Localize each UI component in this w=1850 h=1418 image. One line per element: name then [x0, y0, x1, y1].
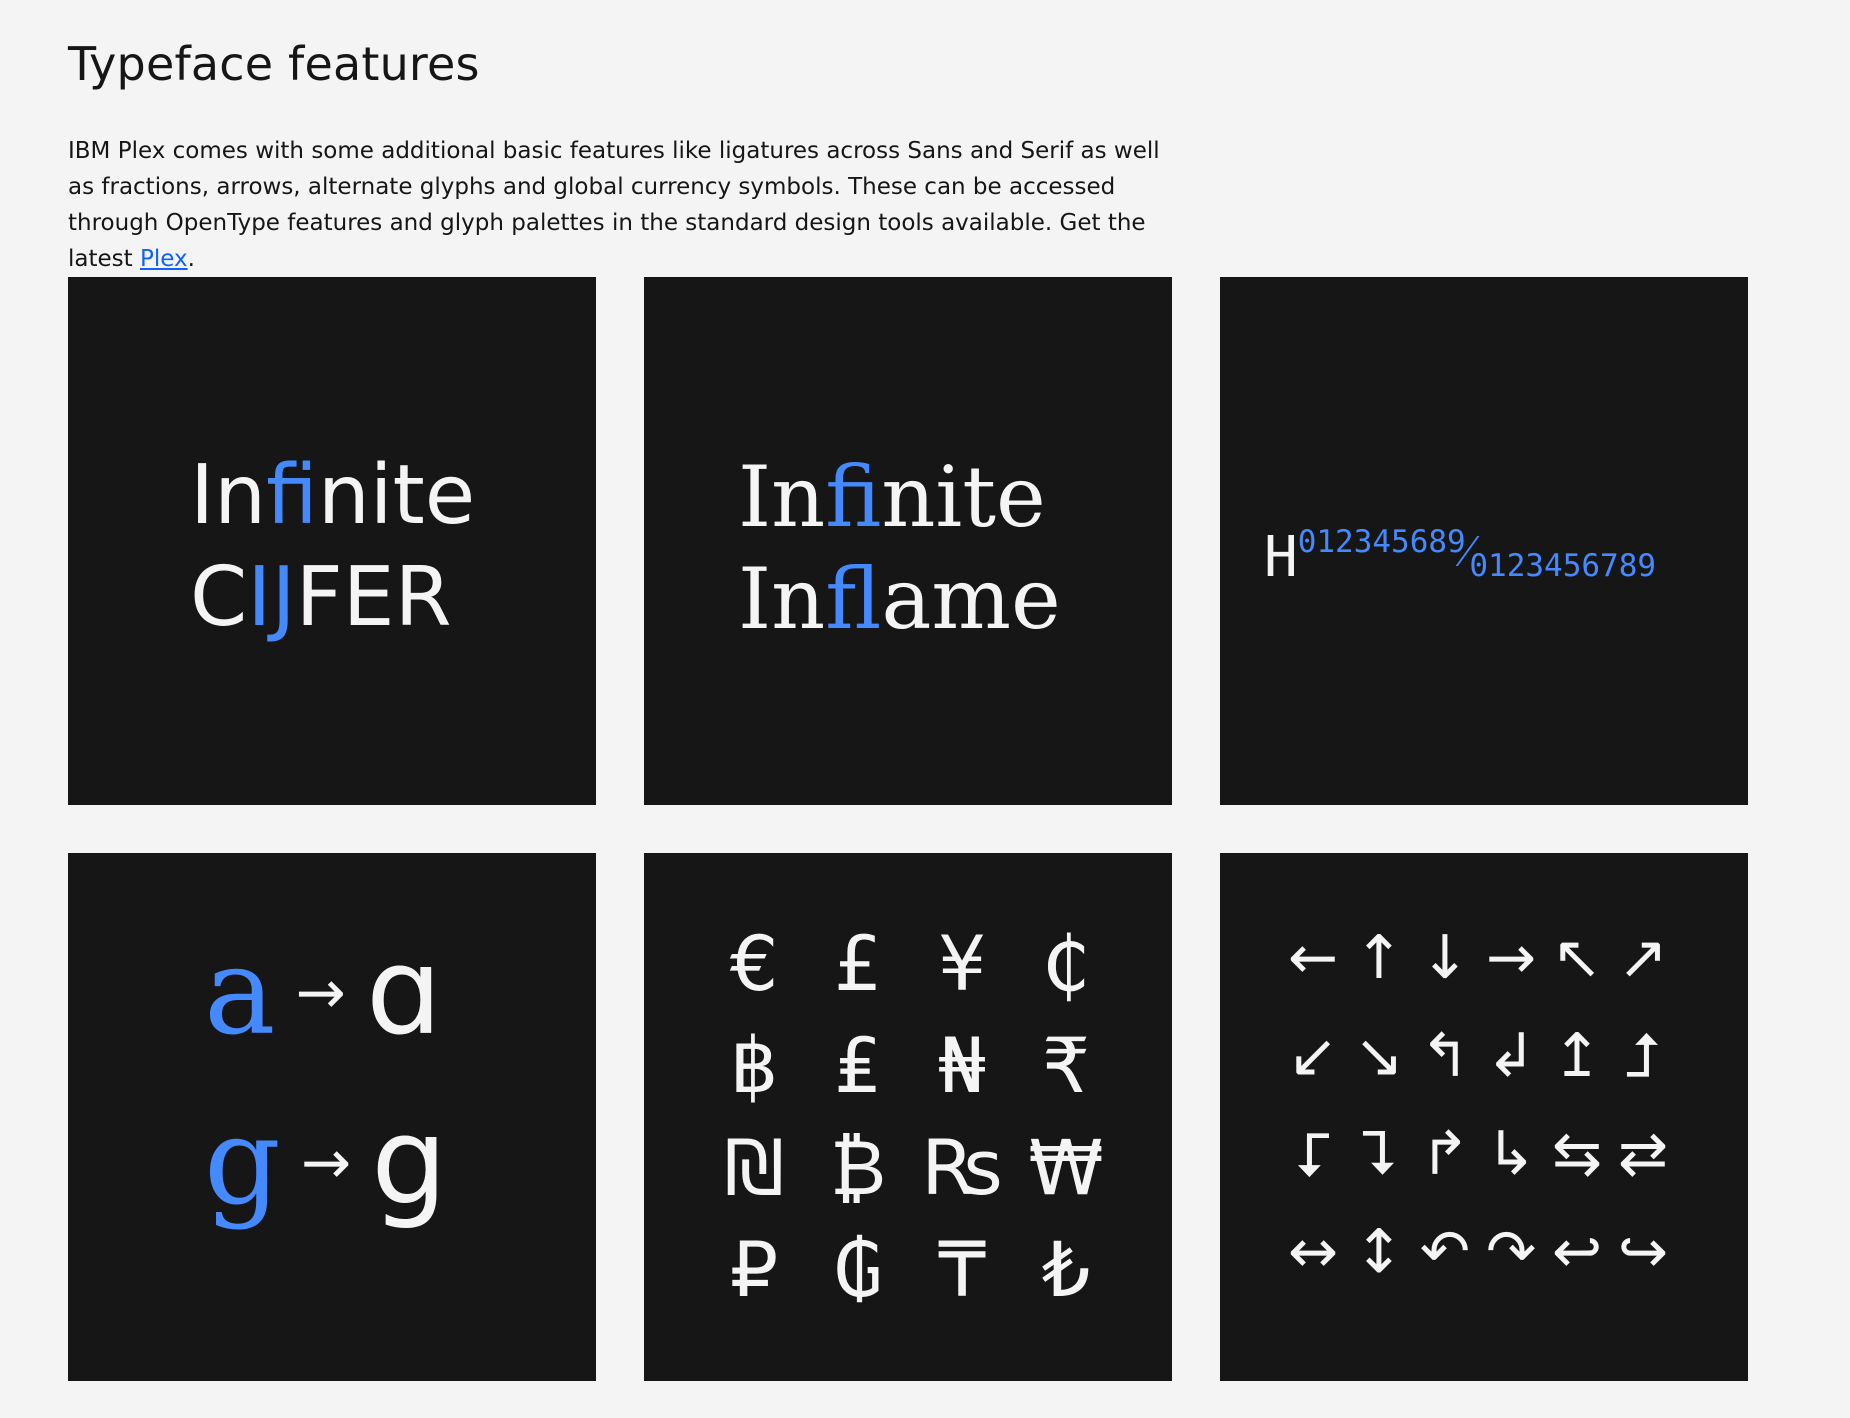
glyph-original: a [204, 923, 276, 1062]
tile-serif-ligatures: Infinite Inflame [644, 277, 1172, 805]
glyph-alternate: g [371, 1093, 448, 1232]
euro-sign-icon: € [729, 919, 779, 1008]
arrow-up-right-icon: ↗ [1617, 923, 1669, 993]
ruble-sign-icon: ₽ [729, 1225, 779, 1314]
glyph-alternate: ɑ [365, 923, 442, 1062]
word-part: In [738, 448, 826, 546]
turkish-lira-sign-icon: ₺ [1041, 1225, 1091, 1314]
ligature-highlight: fi [825, 448, 882, 546]
tile-sans-ligatures: Infinite CIJFER [68, 277, 596, 805]
word-part: ame [881, 550, 1061, 648]
rupee-sign-icon: ₹ [1041, 1021, 1091, 1110]
ligature-word-cijfer: CIJFER [190, 557, 452, 639]
ligature-word-infinite-sans: Infinite [190, 455, 475, 537]
shekel-sign-icon: ₪ [724, 1123, 784, 1212]
fraction-base-letter: H [1264, 525, 1298, 590]
ligature-highlight: IJ [247, 550, 296, 645]
arrow-left-right-icon: ↔ [1287, 1217, 1339, 1287]
page-title: Typeface features [68, 37, 480, 91]
arrow-up-corner-right-icon: ⮥ [1625, 1021, 1661, 1091]
arrow-curve-left-icon: ↶ [1419, 1217, 1471, 1287]
tile-arrows: ← ↑ ↓ → ↖ ↗ ↙ ↘ ↰ ↲ ↥ ⮥ ⮦ ⮧ ↱ ↳ ⇆ ⇄ ↔ ↕ … [1220, 853, 1748, 1381]
intro-period: . [187, 246, 195, 272]
lira-sign-icon: ₤ [833, 1021, 883, 1110]
word-part: In [738, 550, 826, 648]
bitcoin-sign-icon: ₿ [829, 1123, 887, 1212]
arrow-down-icon: ↓ [1419, 923, 1471, 993]
arrow-up-then-left-icon: ↰ [1419, 1021, 1471, 1091]
arrow-hook-right-icon: ↪ [1617, 1217, 1669, 1287]
arrow-down-then-left-icon: ↲ [1485, 1021, 1537, 1091]
tile-alternate-glyphs: a → ɑ g → g [68, 853, 596, 1381]
fraction-slash: ⁄ [1463, 523, 1472, 577]
arrow-down-corner-right-icon: ⮧ [1361, 1119, 1397, 1189]
arrows-right-over-left-icon: ⇄ [1617, 1119, 1669, 1189]
ligature-highlight: fl [825, 550, 882, 648]
right-arrow-icon: → [300, 1128, 352, 1198]
arrow-down-right-icon: ↘ [1353, 1021, 1405, 1091]
pound-sign-icon: £ [833, 919, 883, 1008]
naira-sign-icon: ₦ [937, 1021, 987, 1110]
arrow-hook-left-icon: ↩ [1551, 1217, 1603, 1287]
arrow-curve-right-icon: ↷ [1485, 1217, 1537, 1287]
alternate-row-g: g → g [204, 1103, 447, 1223]
tile-currency-symbols: € £ ¥ ₵ ฿ ₤ ₦ ₹ ₪ ₿ ₨ ₩ ₽ ₲ ₸ ₺ [644, 853, 1172, 1381]
arrow-right-icon: → [1485, 923, 1537, 993]
arrow-up-icon: ↑ [1353, 923, 1405, 993]
right-arrow-icon: → [295, 958, 346, 1028]
word-part: In [190, 448, 267, 543]
rs-rupee-sign-icon: ₨ [921, 1123, 1003, 1212]
arrows-left-over-right-icon: ⇆ [1551, 1119, 1603, 1189]
arrow-down-left-icon: ↙ [1287, 1021, 1339, 1091]
guarani-sign-icon: ₲ [833, 1225, 883, 1314]
fraction-numerator: 012345689 [1297, 524, 1466, 560]
tile-fractions: H012345689⁄0123456789 [1220, 277, 1748, 805]
word-part: nite [317, 448, 476, 543]
fraction-denominator: 0123456789 [1469, 548, 1657, 584]
arrow-down-then-right-icon: ↳ [1485, 1119, 1537, 1189]
ligature-word-infinite-serif: Infinite [738, 455, 1046, 539]
currency-grid: € £ ¥ ₵ ฿ ₤ ₦ ₹ ₪ ₿ ₨ ₩ ₽ ₲ ₸ ₺ [702, 913, 1118, 1321]
fraction-sample: H012345689⁄0123456789 [1264, 523, 1657, 590]
arrow-grid: ← ↑ ↓ → ↖ ↗ ↙ ↘ ↰ ↲ ↥ ⮥ ⮦ ⮧ ↱ ↳ ⇆ ⇄ ↔ ↕ … [1280, 909, 1676, 1301]
arrow-up-left-icon: ↖ [1551, 923, 1603, 993]
yen-sign-icon: ¥ [937, 919, 987, 1008]
arrow-up-then-right-icon: ↱ [1419, 1119, 1471, 1189]
alternate-row-a: a → ɑ [204, 933, 442, 1053]
won-sign-icon: ₩ [1028, 1123, 1104, 1212]
glyph-original: g [204, 1093, 281, 1232]
plex-link[interactable]: Plex [140, 246, 188, 272]
arrow-up-down-icon: ↕ [1353, 1217, 1405, 1287]
baht-sign-icon: ฿ [729, 1021, 779, 1110]
arrow-up-from-bar-icon: ↥ [1551, 1021, 1603, 1091]
word-part: FER [295, 550, 452, 645]
tenge-sign-icon: ₸ [937, 1225, 987, 1314]
intro-text: IBM Plex comes with some additional basi… [68, 138, 1160, 272]
intro-paragraph: IBM Plex comes with some additional basi… [68, 133, 1188, 277]
arrow-down-corner-left-icon: ⮦ [1295, 1119, 1331, 1189]
ligature-highlight: fi [266, 448, 318, 543]
ligature-word-inflame: Inflame [738, 557, 1061, 641]
word-part: nite [881, 448, 1046, 546]
cedi-sign-icon: ₵ [1041, 919, 1091, 1008]
word-part: C [190, 550, 248, 645]
arrow-left-icon: ← [1287, 923, 1339, 993]
